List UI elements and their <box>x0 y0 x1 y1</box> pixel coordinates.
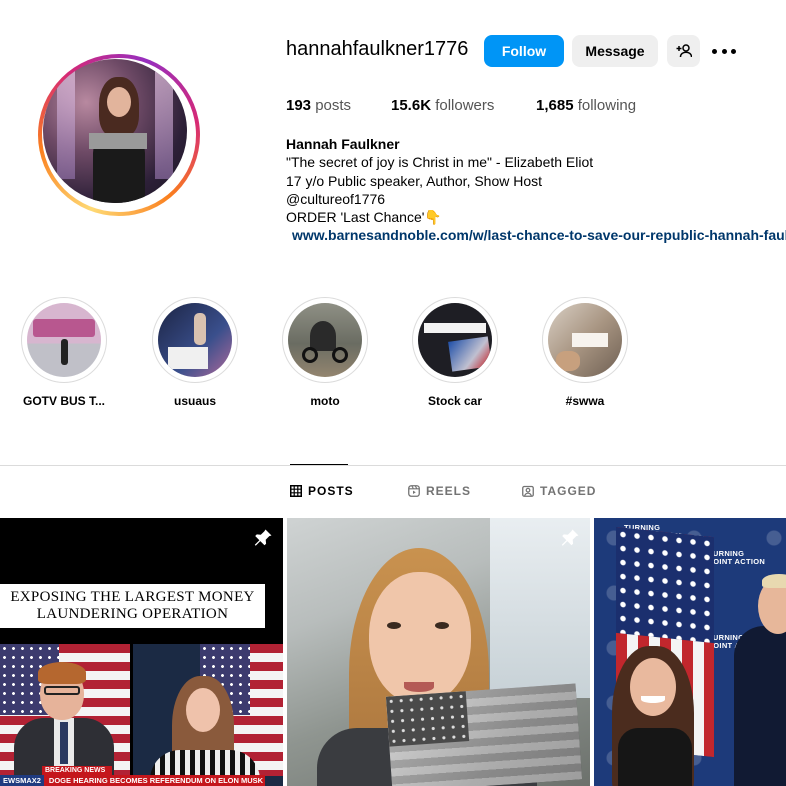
highlight-ring <box>152 297 238 383</box>
tab-tagged[interactable]: TAGGED <box>522 484 596 498</box>
selfie-mouth <box>404 682 434 692</box>
logo-text-line: POINT ACTION <box>708 557 766 566</box>
highlight-ring <box>282 297 368 383</box>
tab-posts-label: POSTS <box>308 484 354 498</box>
highlight-label: moto <box>310 394 340 408</box>
posts-count: 193 <box>286 97 312 114</box>
bio-mention-link[interactable]: @cultureof1776 <box>286 190 786 208</box>
stage-light <box>155 69 173 179</box>
bio-external-link[interactable]: www.barnesandnoble.com/w/last-chance-to-… <box>286 226 786 244</box>
avatar-podium <box>89 133 147 149</box>
stage-light <box>57 69 75 179</box>
breaking-news-label: BREAKING NEWS <box>42 766 112 775</box>
bio-line: ORDER 'Last Chance'👇 <box>286 209 442 226</box>
tagged-icon <box>522 485 534 497</box>
tab-tagged-label: TAGGED <box>540 484 597 498</box>
book-cover <box>385 683 583 786</box>
pin-icon <box>561 529 579 546</box>
avatar[interactable] <box>43 59 187 203</box>
profile-username: hannahfaulkner1776 <box>286 38 469 60</box>
woman-smile <box>641 696 665 703</box>
highlight-thumbnail <box>158 303 232 377</box>
tabs-divider <box>0 465 786 466</box>
highlight-label: Stock car <box>427 394 483 408</box>
story-highlight[interactable]: Stock car <box>410 297 500 408</box>
split-divider <box>130 644 133 786</box>
grid-icon <box>290 485 302 497</box>
profile-bio: Hannah Faulkner "The secret of joy is Ch… <box>286 135 786 245</box>
follow-button[interactable]: Follow <box>484 35 564 67</box>
bio-link-text[interactable]: www.barnesandnoble.com/w/last-chance-to-… <box>292 226 786 244</box>
highlight-thumbnail <box>418 303 492 377</box>
news-ticker: EWSMAX2 DOGE HEARING BECOMES REFERENDUM O… <box>0 775 265 786</box>
following-stat[interactable]: 1,685 following <box>536 97 636 114</box>
post-headline: EXPOSING THE LARGEST MONEY LAUNDERING OP… <box>0 584 265 628</box>
highlight-thumbnail <box>27 303 101 377</box>
story-highlight[interactable]: moto <box>280 297 370 408</box>
man-suit <box>734 626 786 786</box>
story-highlight[interactable]: GOTV BUS T... <box>19 297 109 408</box>
selfie-eye <box>387 622 401 629</box>
more-options-icon[interactable] <box>712 42 736 60</box>
post-thumbnail[interactable]: TURNING POINT ACTION TURNING POINT ACTIO… <box>594 518 786 786</box>
highlight-thumbnail <box>548 303 622 377</box>
post-thumbnail[interactable] <box>287 518 590 786</box>
reels-icon <box>408 485 420 497</box>
man-hair <box>762 574 786 588</box>
bio-line: "The secret of joy is Christ in me" - El… <box>286 154 594 171</box>
active-tab-indicator <box>290 464 348 465</box>
highlight-ring <box>21 297 107 383</box>
tab-reels[interactable]: REELS <box>408 484 471 498</box>
story-highlight[interactable]: #swwa <box>540 297 630 408</box>
highlight-label: GOTV BUS T... <box>22 394 105 408</box>
following-count: 1,685 <box>536 97 574 114</box>
tab-posts[interactable]: POSTS <box>290 484 354 498</box>
highlight-ring <box>542 297 628 383</box>
suggested-users-button[interactable] <box>667 35 700 67</box>
highlight-ring <box>412 297 498 383</box>
avatar-person-face <box>107 87 131 117</box>
woman-face <box>186 688 220 732</box>
posts-stat: 193 posts <box>286 97 351 114</box>
man-glasses <box>44 686 80 695</box>
message-button[interactable]: Message <box>572 35 658 67</box>
man-tie <box>60 722 68 764</box>
followers-stat[interactable]: 15.6K followers <box>391 97 494 114</box>
man-hair <box>38 662 86 684</box>
posts-label: posts <box>315 97 352 114</box>
add-user-icon <box>676 44 692 58</box>
tab-reels-label: REELS <box>426 484 472 498</box>
followers-label: followers <box>435 97 495 114</box>
followers-count: 15.6K <box>391 97 432 114</box>
selfie-eye <box>435 622 449 629</box>
profile-avatar-ring[interactable] <box>38 54 200 216</box>
profile-full-name: Hannah Faulkner <box>286 136 400 152</box>
post-thumbnail[interactable]: EXPOSING THE LARGEST MONEY LAUNDERING OP… <box>0 518 283 786</box>
highlight-label: #swwa <box>565 394 605 408</box>
network-tag: EWSMAX2 <box>0 775 44 786</box>
ticker-text: DOGE HEARING BECOMES REFERENDUM ON ELON … <box>48 776 264 785</box>
highlight-thumbnail <box>288 303 362 377</box>
story-highlight[interactable]: usuaus <box>150 297 240 408</box>
woman-dress <box>618 728 692 786</box>
bio-line: 17 y/o Public speaker, Author, Show Host <box>286 172 543 189</box>
highlight-label: usuaus <box>173 394 216 408</box>
following-label: following <box>577 97 637 114</box>
turning-point-logo: TURNING POINT ACTION <box>708 550 765 566</box>
woman-face <box>630 658 676 716</box>
pin-icon <box>254 529 272 546</box>
